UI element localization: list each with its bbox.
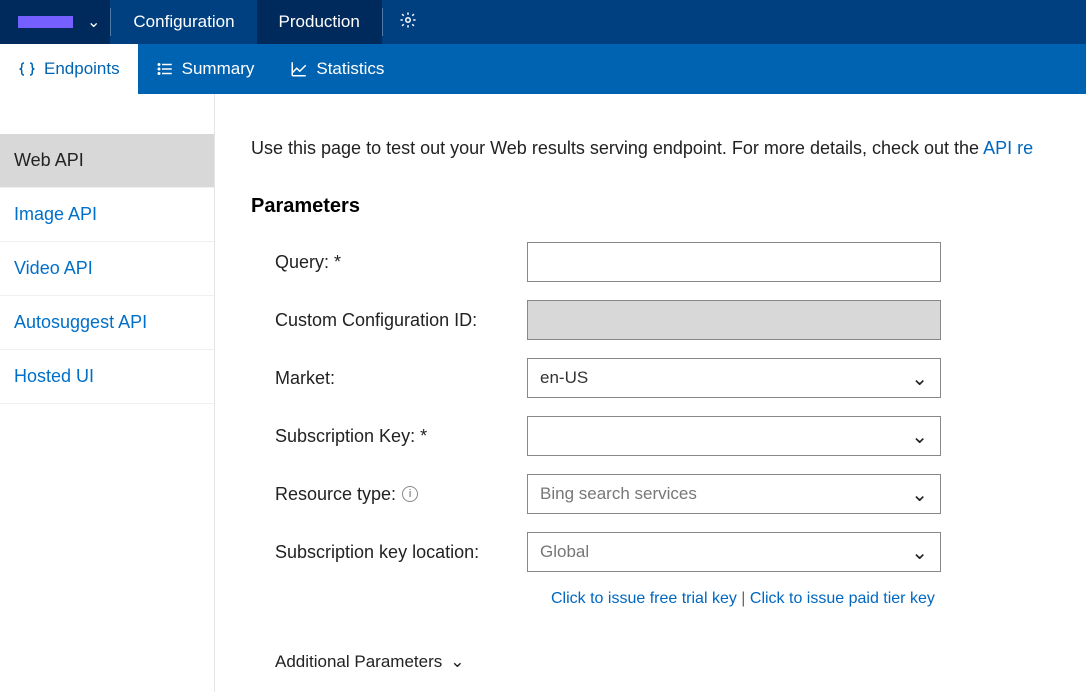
sidebar-item-label: Image API: [14, 204, 97, 224]
intro-prefix: Use this page to test out your Web resul…: [251, 138, 983, 158]
tab-statistics[interactable]: Statistics: [272, 44, 402, 94]
query-input-wrapper: [527, 242, 941, 282]
settings-button[interactable]: [383, 0, 433, 44]
custom-config-field: [527, 300, 941, 340]
nav-label: Configuration: [133, 12, 234, 32]
sidebar-item-label: Web API: [14, 150, 84, 170]
main-area: Web API Image API Video API Autosuggest …: [0, 94, 1086, 692]
link-divider: |: [737, 590, 750, 607]
sidebar: Web API Image API Video API Autosuggest …: [0, 94, 215, 692]
label-market: Market:: [275, 368, 527, 389]
intro-text: Use this page to test out your Web resul…: [251, 138, 1086, 159]
chevron-down-icon: ⌄: [911, 366, 928, 391]
subscription-key-select[interactable]: ⌄: [527, 416, 941, 456]
gear-icon: [399, 11, 417, 34]
chevron-down-icon: ⌄: [911, 540, 928, 565]
brand-mark: [18, 16, 73, 28]
market-select[interactable]: en-US ⌄: [527, 358, 941, 398]
paid-key-link[interactable]: Click to issue paid tier key: [750, 590, 935, 607]
chevron-down-icon: ⌄: [87, 12, 100, 32]
tab-endpoints[interactable]: Endpoints: [0, 44, 138, 94]
row-custom-config: Custom Configuration ID:: [275, 300, 1086, 340]
chevron-down-icon: ⌄: [911, 424, 928, 449]
resource-type-value: Bing search services: [540, 484, 697, 504]
chart-icon: [290, 60, 308, 78]
subscription-location-select[interactable]: Global ⌄: [527, 532, 941, 572]
row-market: Market: en-US ⌄: [275, 358, 1086, 398]
subscription-location-value: Global: [540, 542, 589, 562]
label-subscription-location: Subscription key location:: [275, 542, 527, 563]
braces-icon: [18, 60, 36, 78]
chevron-down-icon: ⌄: [911, 482, 928, 507]
query-input[interactable]: [540, 243, 928, 281]
tab-label: Statistics: [316, 59, 384, 79]
tabstrip: Endpoints Summary Statistics: [0, 44, 1086, 94]
brand-dropdown[interactable]: ⌄: [0, 0, 110, 44]
list-icon: [156, 60, 174, 78]
sidebar-item-video-api[interactable]: Video API: [0, 242, 214, 296]
trial-key-link[interactable]: Click to issue free trial key: [551, 590, 737, 607]
tab-label: Summary: [182, 59, 255, 79]
market-value: en-US: [540, 368, 588, 388]
label-resource-type: Resource type: i: [275, 484, 527, 505]
tab-label: Endpoints: [44, 59, 120, 79]
additional-parameters-toggle[interactable]: Additional Parameters ⌄: [275, 652, 1086, 672]
sidebar-item-label: Video API: [14, 258, 93, 278]
sidebar-item-hosted-ui[interactable]: Hosted UI: [0, 350, 214, 404]
resource-type-select[interactable]: Bing search services ⌄: [527, 474, 941, 514]
api-reference-link[interactable]: API re: [983, 138, 1033, 158]
nav-label: Production: [279, 12, 360, 32]
sidebar-item-image-api[interactable]: Image API: [0, 188, 214, 242]
label-resource-type-text: Resource type:: [275, 484, 396, 505]
nav-item-configuration[interactable]: Configuration: [111, 0, 256, 44]
content-pane: Use this page to test out your Web resul…: [215, 94, 1086, 692]
sidebar-item-autosuggest-api[interactable]: Autosuggest API: [0, 296, 214, 350]
label-custom-config: Custom Configuration ID:: [275, 310, 527, 331]
info-icon[interactable]: i: [402, 486, 418, 502]
label-subscription-key: Subscription Key: *: [275, 426, 527, 447]
row-resource-type: Resource type: i Bing search services ⌄: [275, 474, 1086, 514]
top-navbar: ⌄ Configuration Production: [0, 0, 1086, 44]
parameters-form: Query: * Custom Configuration ID: Market…: [251, 242, 1086, 672]
label-query: Query: *: [275, 252, 527, 273]
row-subscription-key: Subscription Key: * ⌄: [275, 416, 1086, 456]
parameters-heading: Parameters: [251, 195, 1086, 218]
row-subscription-location: Subscription key location: Global ⌄: [275, 532, 1086, 572]
chevron-down-icon: ⌄: [450, 652, 464, 672]
sidebar-item-label: Autosuggest API: [14, 312, 147, 332]
additional-parameters-label: Additional Parameters: [275, 652, 442, 672]
row-query: Query: *: [275, 242, 1086, 282]
sidebar-item-web-api[interactable]: Web API: [0, 134, 214, 188]
nav-item-production[interactable]: Production: [257, 0, 382, 44]
key-links-row: Click to issue free trial key | Click to…: [551, 590, 1086, 608]
tab-summary[interactable]: Summary: [138, 44, 273, 94]
sidebar-item-label: Hosted UI: [14, 366, 94, 386]
